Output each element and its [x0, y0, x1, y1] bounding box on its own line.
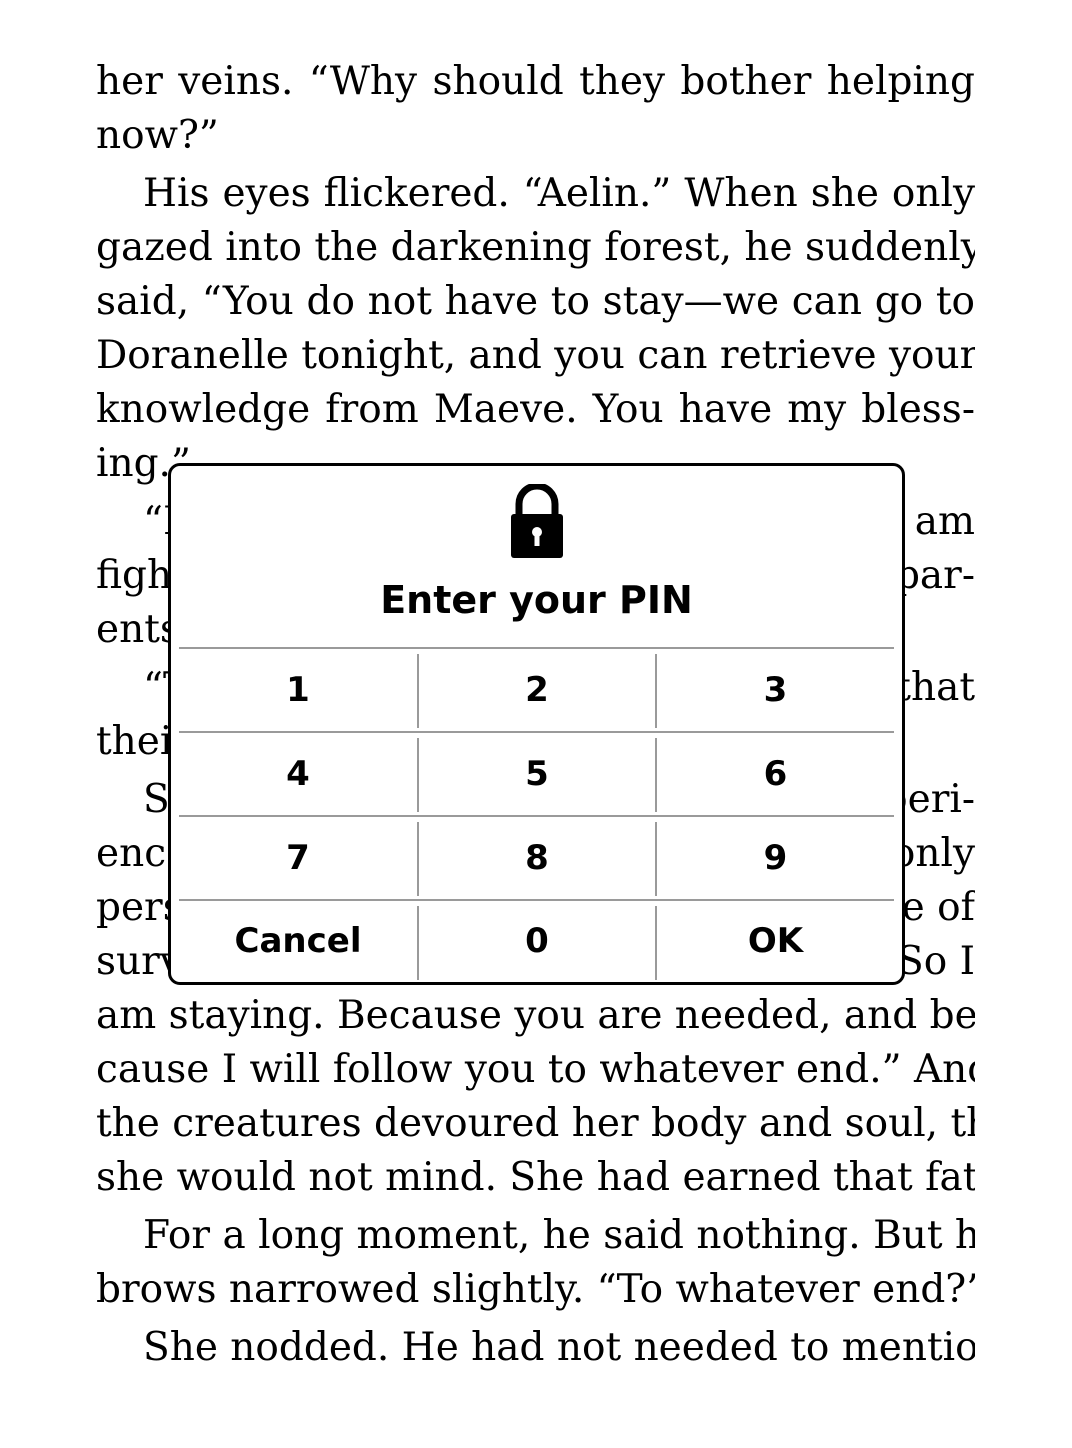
dialog-title: Enter your PIN	[380, 578, 693, 622]
text-line: said, “You do not have to stay—we can go…	[96, 279, 975, 324]
text-line: For a long moment, he said nothing. But …	[143, 1213, 975, 1258]
text-line: brows narrowed slightly. “To whatever en…	[96, 1267, 975, 1312]
key-5-button[interactable]: 5	[419, 733, 655, 815]
text-line: now?”	[96, 113, 219, 158]
key-2-button[interactable]: 2	[419, 649, 655, 731]
text-line: knowledge from Maeve. You have my bless-	[96, 387, 975, 432]
key-9-button[interactable]: 9	[657, 817, 894, 899]
text-line: His eyes flickered. “Aelin.” When she on…	[143, 171, 975, 216]
text-line: her veins. “Why should they bother helpi…	[96, 59, 975, 104]
text-line: am staying. Because you are needed, and …	[96, 993, 975, 1038]
key-7-button[interactable]: 7	[179, 817, 417, 899]
key-0-button[interactable]: 0	[419, 901, 655, 981]
text-line: the creatures devoured her body and soul…	[96, 1101, 975, 1146]
text-line: Doranelle tonight, and you can retrieve …	[96, 333, 975, 378]
key-4-button[interactable]: 4	[179, 733, 417, 815]
text-line: she would not mind. She had earned that …	[96, 1155, 975, 1200]
key-3-button[interactable]: 3	[657, 649, 894, 731]
lock-icon	[511, 484, 563, 558]
pin-dialog: Enter your PIN 1 2 3 4 5 6 7 8 9 Cancel …	[168, 463, 905, 985]
text-line: She nodded. He had not needed to mention	[143, 1325, 975, 1370]
cancel-button[interactable]: Cancel	[179, 901, 417, 981]
key-1-button[interactable]: 1	[179, 649, 417, 731]
key-6-button[interactable]: 6	[657, 733, 894, 815]
ok-button[interactable]: OK	[657, 901, 894, 981]
key-8-button[interactable]: 8	[419, 817, 655, 899]
text-line: cause I will follow you to whatever end.…	[96, 1047, 975, 1092]
text-line: gazed into the darkening forest, he sudd…	[96, 225, 975, 270]
